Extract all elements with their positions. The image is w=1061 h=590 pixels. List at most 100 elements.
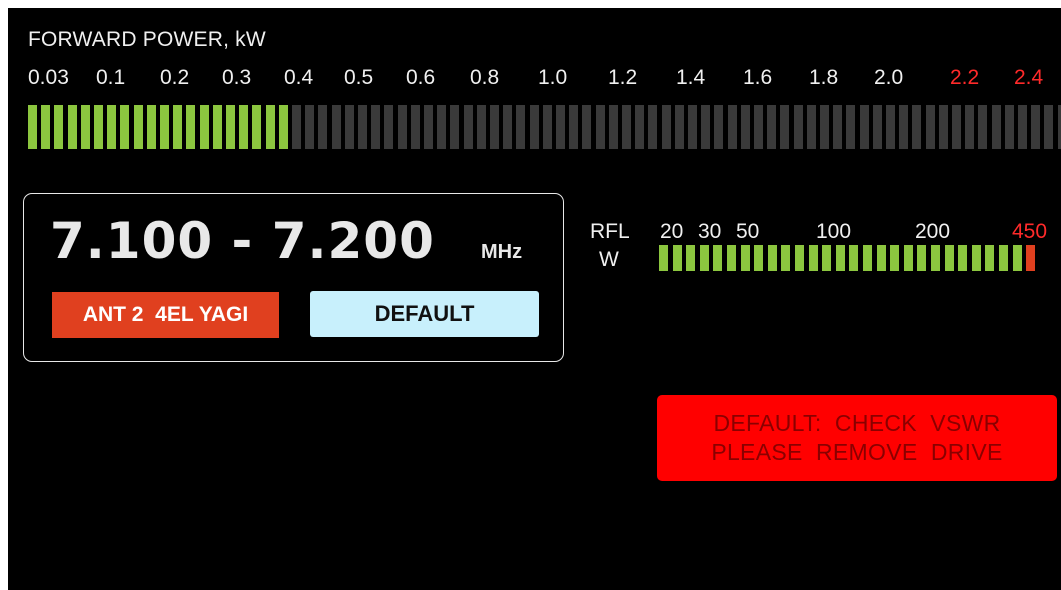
reflected-power-segment xyxy=(971,245,981,271)
antenna-badge: ANT 2 4EL YAGI xyxy=(52,292,279,338)
reflected-power-segment xyxy=(958,245,968,271)
forward-power-segment xyxy=(714,105,724,149)
forward-power-segment xyxy=(146,105,156,149)
forward-power-tick: 2.0 xyxy=(874,66,904,89)
forward-power-segment xyxy=(503,105,513,149)
forward-power-segment xyxy=(80,105,90,149)
forward-power-segment xyxy=(239,105,249,149)
forward-power-segment xyxy=(516,105,526,149)
forward-power-tick: 0.03 xyxy=(28,66,69,89)
forward-power-segment xyxy=(899,105,909,149)
forward-power-scale: 0.03 0.1 0.2 0.3 0.4 0.5 0.6 0.8 1.0 1.2… xyxy=(8,66,1061,96)
reflected-power-segment xyxy=(876,245,886,271)
frequency-panel: 7.100 - 7.200 MHz ANT 2 4EL YAGI DEFAULT xyxy=(23,193,564,362)
reflected-power-segment xyxy=(686,245,696,271)
default-profile-button[interactable]: DEFAULT xyxy=(310,291,539,337)
forward-power-segment xyxy=(688,105,697,149)
forward-power-segment xyxy=(991,105,1001,149)
reflected-power-segment xyxy=(1026,245,1036,271)
forward-power-segment xyxy=(595,105,605,149)
reflected-power-segment xyxy=(699,245,709,271)
forward-power-segment xyxy=(556,105,565,149)
forward-power-segment xyxy=(622,105,631,149)
forward-power-segment xyxy=(437,105,447,149)
forward-power-segment xyxy=(661,105,671,149)
forward-power-segment xyxy=(925,105,935,149)
forward-power-tick: 1.8 xyxy=(809,66,839,89)
forward-power-segment xyxy=(1004,105,1014,149)
forward-power-segment xyxy=(252,105,262,149)
forward-power-segment xyxy=(265,105,275,149)
amplifier-display: FORWARD POWER, kW 0.03 0.1 0.2 0.3 0.4 0… xyxy=(8,8,1061,590)
reflected-power-tick: 20 xyxy=(660,220,684,243)
reflected-power-segment xyxy=(740,245,750,271)
forward-power-segment xyxy=(463,105,473,149)
forward-power-bargraph xyxy=(28,105,1061,149)
forward-power-tick: 1.2 xyxy=(608,66,638,89)
forward-power-segment xyxy=(1057,105,1061,149)
forward-power-title: FORWARD POWER, kW xyxy=(28,28,266,51)
forward-power-segment xyxy=(806,105,816,149)
forward-power-segment xyxy=(582,105,592,149)
reflected-power-segment xyxy=(822,245,832,271)
forward-power-segment xyxy=(120,105,130,149)
reflected-power-segment xyxy=(659,245,668,271)
reflected-power-segment xyxy=(781,245,791,271)
alarm-line-1: DEFAULT: CHECK VSWR xyxy=(713,410,1001,437)
forward-power-segment xyxy=(820,105,829,149)
reflected-power-segment xyxy=(808,245,818,271)
reflected-power-segment xyxy=(917,245,927,271)
forward-power-segment xyxy=(833,105,843,149)
forward-power-segment xyxy=(305,105,315,149)
forward-power-segment xyxy=(397,105,407,149)
reflected-power-segment xyxy=(1012,245,1022,271)
forward-power-segment xyxy=(1031,105,1041,149)
forward-power-segment xyxy=(384,105,394,149)
reflected-power-segment xyxy=(767,245,777,271)
forward-power-tick: 0.5 xyxy=(344,66,374,89)
reflected-power-segment xyxy=(863,245,872,271)
forward-power-segment xyxy=(859,105,869,149)
forward-power-segment xyxy=(318,105,328,149)
forward-power-segment xyxy=(107,105,117,149)
reflected-power-segment xyxy=(944,245,954,271)
forward-power-segment xyxy=(199,105,209,149)
forward-power-segment xyxy=(410,105,420,149)
forward-power-segment xyxy=(846,105,856,149)
forward-power-segment xyxy=(28,105,37,149)
forward-power-segment xyxy=(938,105,948,149)
forward-power-segment xyxy=(371,105,381,149)
forward-power-segment xyxy=(727,105,737,149)
vswr-alarm-banner: DEFAULT: CHECK VSWR PLEASE REMOVE DRIVE xyxy=(657,395,1057,481)
forward-power-segment xyxy=(476,105,486,149)
forward-power-tick: 0.6 xyxy=(406,66,436,89)
reflected-power-segment xyxy=(890,245,900,271)
forward-power-segment xyxy=(292,105,301,149)
forward-power-segment xyxy=(793,105,803,149)
forward-power-segment xyxy=(965,105,975,149)
forward-power-segment xyxy=(780,105,790,149)
forward-power-tick: 2.4 xyxy=(1014,66,1044,89)
reflected-power-segment xyxy=(999,245,1008,271)
forward-power-segment xyxy=(41,105,51,149)
forward-power-segment xyxy=(424,105,433,149)
forward-power-tick: 0.4 xyxy=(284,66,314,89)
reflected-power-tick: 50 xyxy=(736,220,760,243)
forward-power-segment xyxy=(648,105,658,149)
forward-power-segment xyxy=(67,105,77,149)
forward-power-segment xyxy=(358,105,367,149)
forward-power-tick: 2.2 xyxy=(950,66,980,89)
forward-power-segment xyxy=(542,105,552,149)
forward-power-segment xyxy=(767,105,777,149)
reflected-power-tick: 100 xyxy=(816,220,852,243)
forward-power-segment xyxy=(186,105,196,149)
forward-power-tick: 1.4 xyxy=(676,66,706,89)
reflected-power-bargraph xyxy=(659,245,1049,271)
forward-power-segment xyxy=(529,105,539,149)
reflected-power-tick: 200 xyxy=(915,220,951,243)
reflected-power-tick: 450 xyxy=(1012,220,1048,243)
forward-power-tick: 0.1 xyxy=(96,66,126,89)
reflected-power-segment xyxy=(931,245,940,271)
forward-power-segment xyxy=(226,105,235,149)
forward-power-segment xyxy=(212,105,222,149)
